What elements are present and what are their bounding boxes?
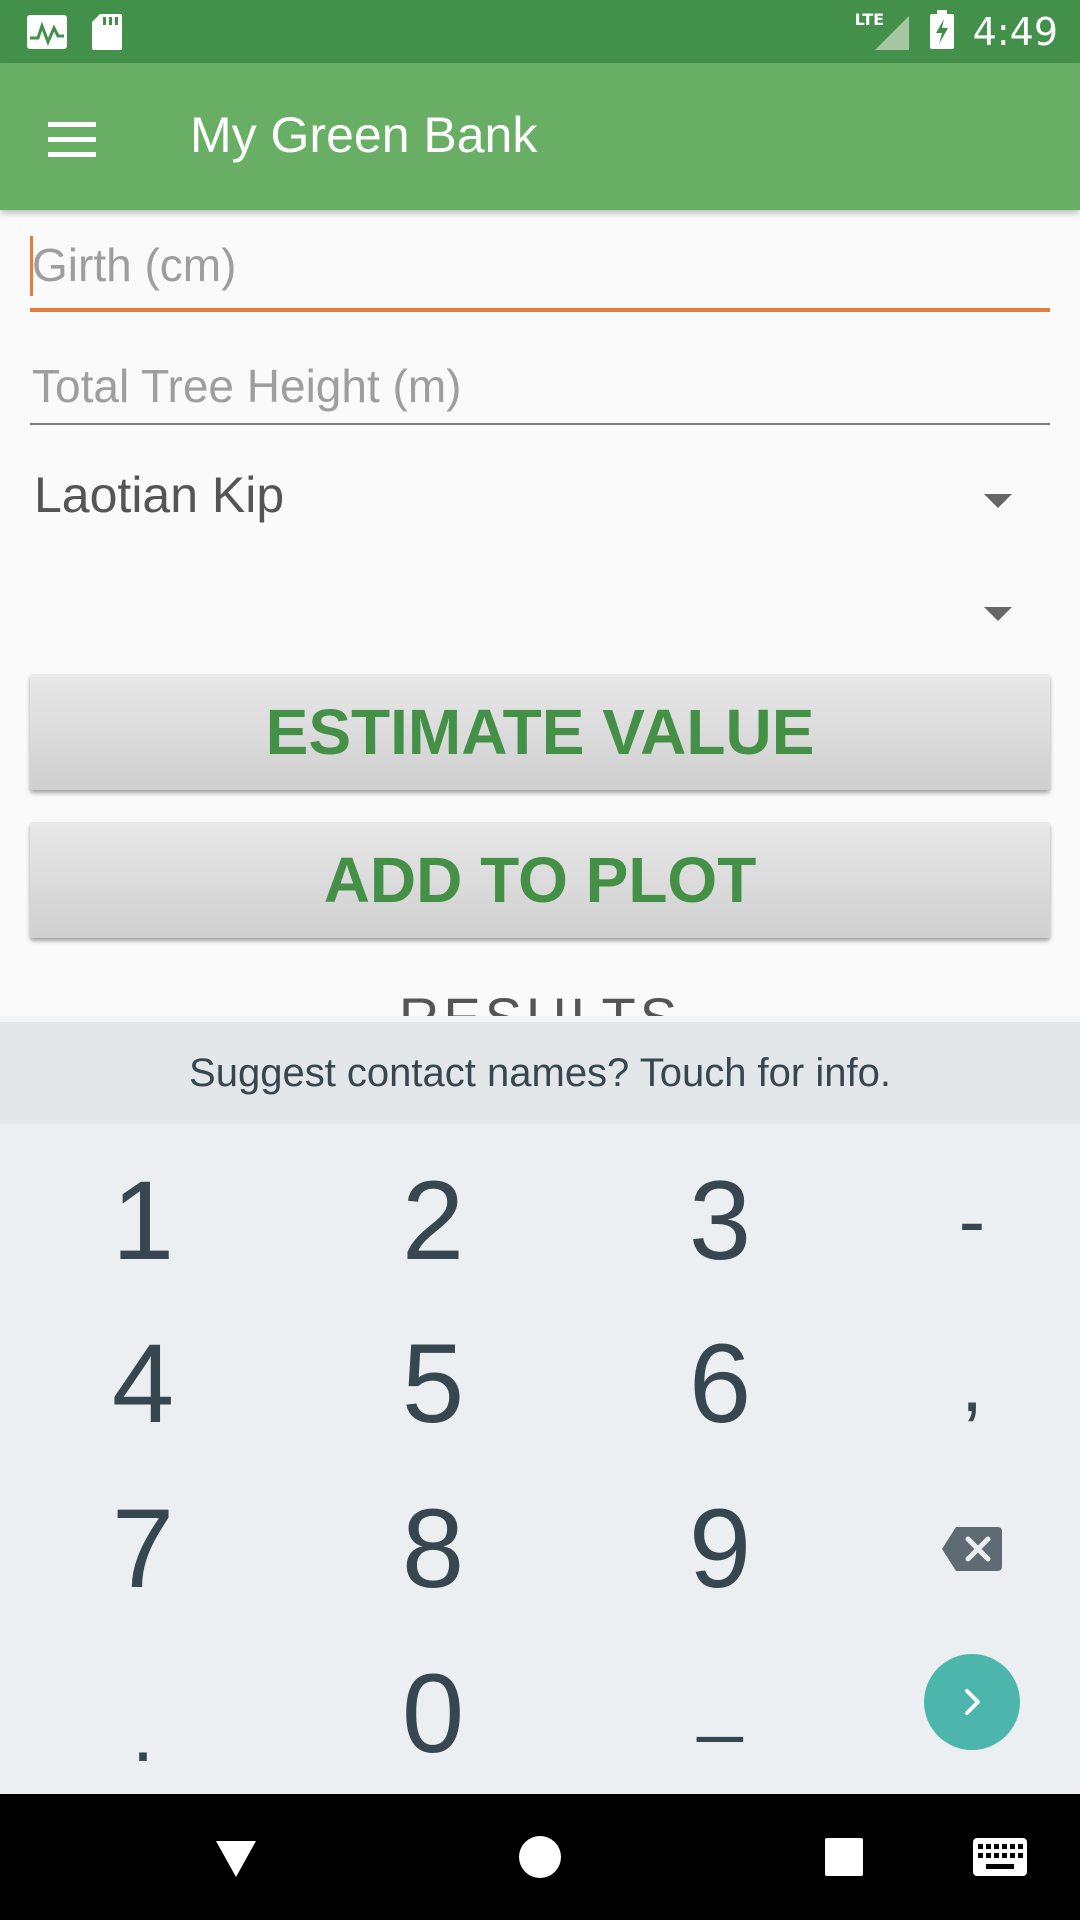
- key-4[interactable]: 4: [8, 1301, 278, 1466]
- keyboard-icon[interactable]: [940, 1794, 1060, 1920]
- species-dropdown[interactable]: Laotian Kip: [30, 452, 1050, 542]
- activity-icon: [26, 14, 68, 54]
- keyboard-suggestion-strip[interactable]: Suggest contact names? Touch for info.: [0, 1016, 1080, 1124]
- text-cursor: [30, 236, 33, 296]
- key-9[interactable]: 9: [585, 1466, 855, 1631]
- girth-input[interactable]: [30, 232, 1050, 292]
- key-5[interactable]: 5: [298, 1301, 568, 1466]
- menu-icon[interactable]: [36, 103, 108, 175]
- battery-charging-icon: [929, 9, 955, 54]
- dropdown-arrow-icon: [984, 607, 1012, 621]
- network-type: LTE: [854, 9, 885, 29]
- backspace-key[interactable]: [837, 1466, 1080, 1631]
- secondary-dropdown[interactable]: [30, 565, 1050, 655]
- height-field[interactable]: [30, 355, 1050, 425]
- key-3[interactable]: 3: [585, 1138, 855, 1303]
- key-8[interactable]: 8: [298, 1466, 568, 1631]
- app-bar: My Green Bank: [0, 63, 1080, 210]
- back-icon[interactable]: [176, 1794, 296, 1920]
- lte-signal-icon: LTE: [855, 10, 911, 52]
- key-0[interactable]: 0: [298, 1631, 568, 1796]
- dropdown-arrow-icon: [984, 494, 1012, 508]
- estimate-value-button[interactable]: ESTIMATE VALUE: [30, 674, 1050, 790]
- results-heading: RESULTS: [398, 986, 682, 1020]
- status-bar: LTE 4:49: [0, 0, 1080, 63]
- key-minus[interactable]: -: [837, 1138, 1080, 1303]
- go-key[interactable]: [924, 1654, 1020, 1750]
- key-2[interactable]: 2: [298, 1138, 568, 1303]
- key-comma[interactable]: ,: [837, 1301, 1080, 1466]
- recents-icon[interactable]: [784, 1794, 904, 1920]
- chevron-right-icon: [965, 1689, 980, 1715]
- add-to-plot-button[interactable]: ADD TO PLOT: [30, 822, 1050, 938]
- key-7[interactable]: 7: [8, 1466, 278, 1631]
- key-underscore[interactable]: _: [585, 1616, 855, 1781]
- sd-card-icon: [90, 12, 124, 56]
- key-6[interactable]: 6: [585, 1301, 855, 1466]
- numeric-keyboard: Suggest contact names? Touch for info. 1…: [0, 1016, 1080, 1794]
- key-1[interactable]: 1: [8, 1138, 278, 1303]
- status-left: [26, 12, 124, 56]
- key-period[interactable]: .: [8, 1631, 278, 1796]
- girth-field[interactable]: [30, 232, 1050, 312]
- height-input[interactable]: [30, 355, 1050, 413]
- species-selected: Laotian Kip: [34, 467, 285, 523]
- status-right: LTE 4:49: [855, 0, 1058, 63]
- backspace-icon: [942, 1526, 1002, 1571]
- status-time: 4:49: [972, 9, 1058, 54]
- home-icon[interactable]: [480, 1794, 600, 1920]
- navigation-bar: [0, 1794, 1080, 1920]
- app-title: My Green Bank: [190, 107, 538, 163]
